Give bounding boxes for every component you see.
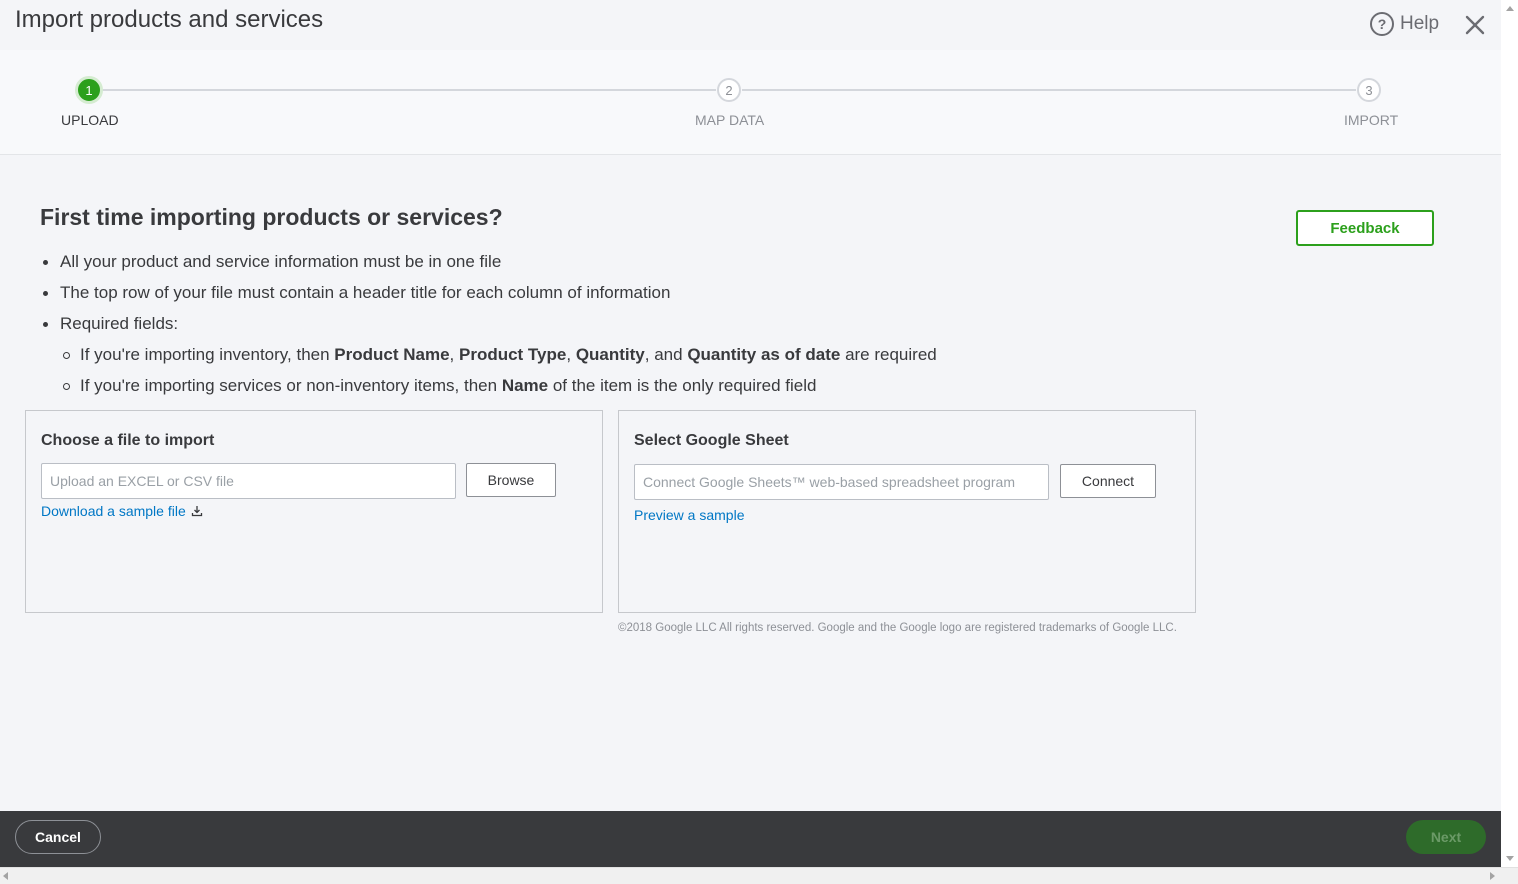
horizontal-scrollbar[interactable] (0, 867, 1518, 884)
step-3-label: IMPORT (1344, 112, 1399, 128)
bullet-icon (43, 322, 48, 327)
download-sample-link[interactable]: Download a sample file (41, 503, 203, 519)
sheet-panel-title: Select Google Sheet (634, 432, 789, 449)
dialog-header: Import products and services ? Help (0, 0, 1501, 50)
scroll-down-icon[interactable] (1506, 856, 1514, 861)
scroll-right-icon[interactable] (1490, 872, 1495, 880)
step-2-label: MAP DATA (695, 112, 765, 128)
import-page: Import products and services ? Help 1 UP… (0, 0, 1518, 884)
help-label: Help (1400, 13, 1440, 34)
page-title: Import products and services (15, 6, 324, 33)
next-button[interactable]: Next (1406, 820, 1486, 854)
scroll-up-icon[interactable] (1506, 6, 1514, 11)
section-heading: First time importing products or service… (40, 204, 503, 230)
step-2-indicator: 2 (717, 78, 741, 102)
google-copyright: ©2018 Google LLC All rights reserved. Go… (618, 622, 1177, 634)
step-connector (742, 89, 1356, 91)
file-upload-input[interactable] (41, 463, 456, 499)
browse-button[interactable]: Browse (466, 463, 556, 497)
connect-button[interactable]: Connect (1060, 464, 1156, 498)
bullet-icon (43, 291, 48, 296)
step-connector (102, 89, 716, 91)
preview-sample-link[interactable]: Preview a sample (634, 507, 745, 523)
google-sheet-panel: Select Google Sheet Connect Preview a sa… (618, 410, 1196, 613)
step-3-indicator: 3 (1357, 78, 1381, 102)
help-button[interactable]: ? Help (1370, 12, 1439, 36)
circle-bullet-icon (63, 352, 70, 359)
file-upload-panel: Choose a file to import Browse Download … (25, 410, 603, 613)
google-sheet-input[interactable] (634, 464, 1049, 500)
cancel-button[interactable]: Cancel (15, 820, 101, 854)
dialog-footer: Cancel Next (0, 811, 1501, 867)
scroll-left-icon[interactable] (3, 872, 8, 880)
download-icon (191, 506, 202, 517)
close-icon[interactable] (1462, 12, 1488, 38)
step-1-indicator: 1 (75, 76, 103, 104)
feedback-button[interactable]: Feedback (1296, 210, 1434, 246)
file-panel-title: Choose a file to import (41, 432, 215, 449)
question-circle-icon: ? (1370, 12, 1394, 36)
vertical-scrollbar[interactable] (1501, 0, 1518, 867)
bullet-icon (43, 260, 48, 265)
progress-stepper: 1 UPLOAD 2 MAP DATA 3 IMPORT (0, 50, 1501, 155)
circle-bullet-icon (63, 383, 70, 390)
step-1-label: UPLOAD (61, 112, 119, 128)
